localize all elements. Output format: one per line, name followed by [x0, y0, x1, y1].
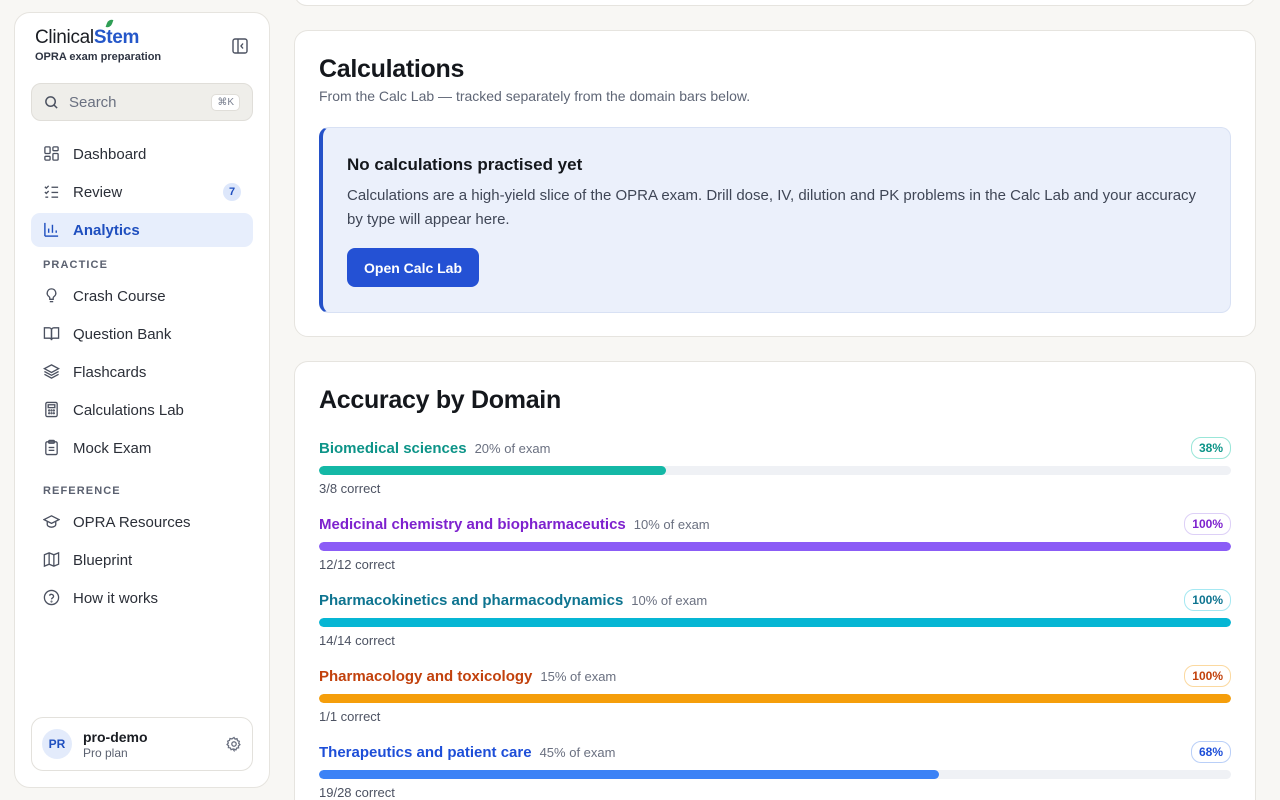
nav-item-opra-resources[interactable]: OPRA Resources [31, 505, 253, 539]
domain-percent-badge: 100% [1184, 665, 1231, 687]
nav-label: Mock Exam [73, 439, 152, 457]
nav-label: Crash Course [73, 287, 166, 305]
calculations-empty-state: No calculations practised yet Calculatio… [319, 127, 1231, 313]
user-plan: Pro plan [83, 745, 128, 760]
domain-percent-badge: 100% [1184, 589, 1231, 611]
domain-row: Therapeutics and patient care 45% of exa… [319, 740, 1231, 800]
domain-percent-badge: 100% [1184, 513, 1231, 535]
nav-item-blueprint[interactable]: Blueprint [31, 543, 253, 577]
open-calc-lab-button[interactable]: Open Calc Lab [347, 248, 480, 287]
domain-row: Medicinal chemistry and biopharmaceutics… [319, 512, 1231, 588]
domain-correct-count: 12/12 correct [319, 557, 395, 572]
empty-state-title: No calculations practised yet [347, 155, 583, 174]
accuracy-by-domain-card: Accuracy by Domain Biomedical sciences 2… [294, 361, 1256, 800]
nav-item-calculations-lab[interactable]: Calculations Lab [31, 393, 253, 427]
dashboard-icon [43, 145, 61, 163]
nav-label: OPRA Resources [73, 513, 191, 531]
domain-correct-count: 3/8 correct [319, 481, 381, 496]
domain-correct-count: 1/1 correct [319, 709, 381, 724]
user-name: pro-demo [83, 728, 148, 745]
empty-state-text: Calculations are a high-yield slice of t… [347, 187, 1197, 228]
domain-name[interactable]: Therapeutics and patient care [319, 744, 532, 761]
domain-weight: 10% of exam [633, 516, 710, 532]
nav-label: Analytics [73, 221, 140, 239]
domain-name[interactable]: Pharmacology and toxicology [319, 668, 532, 685]
nav-label: How it works [73, 589, 159, 607]
search-placeholder: Search [69, 93, 117, 111]
domain-name[interactable]: Medicinal chemistry and biopharmaceutics [319, 516, 626, 533]
domain-percent-badge: 68% [1190, 741, 1231, 763]
brand-logo[interactable]: ClinicalStem OPRA exam preparation [35, 18, 162, 63]
brand-name: ClinicalStem [35, 18, 161, 49]
domain-progress-fill [319, 542, 1231, 551]
domain-name[interactable]: Biomedical sciences [319, 440, 467, 457]
section-heading-reference: REFERENCE [43, 485, 121, 497]
domain-progress-track [319, 770, 1231, 779]
domain-list: Biomedical sciences 20% of exam 38% 3/8 … [319, 436, 1231, 800]
nav-item-how-it-works[interactable]: How it works [31, 581, 253, 615]
nav-item-mock-exam[interactable]: Mock Exam [31, 431, 253, 465]
review-checklist-icon [43, 183, 61, 201]
lightbulb-icon [43, 287, 61, 305]
nav-item-crash-course[interactable]: Crash Course [31, 279, 253, 313]
domain-row: Biomedical sciences 20% of exam 38% 3/8 … [319, 436, 1231, 512]
brand-name-part2: Stem [93, 27, 140, 48]
calculations-title: Calculations [319, 55, 465, 83]
domain-progress-fill [319, 694, 1231, 703]
review-count-badge: 7 [223, 183, 241, 201]
section-heading-practice: PRACTICE [43, 259, 109, 271]
domain-percent-badge: 38% [1190, 437, 1231, 459]
nav-item-flashcards[interactable]: Flashcards [31, 355, 253, 389]
search-shortcut: ⌘K [211, 93, 240, 111]
nav-label: Question Bank [73, 325, 172, 343]
domain-correct-count: 19/28 correct [319, 785, 395, 800]
domain-progress-fill [319, 618, 1231, 627]
domain-progress-track [319, 542, 1231, 551]
brand-subtitle: OPRA exam preparation [35, 51, 162, 63]
domain-progress-track [319, 618, 1231, 627]
nav-label: Review [73, 183, 123, 201]
bar-chart-icon [43, 221, 61, 239]
map-icon [43, 551, 61, 569]
nav-item-analytics[interactable]: Analytics [31, 213, 253, 247]
domain-progress-track [319, 466, 1231, 475]
nav-item-review[interactable]: Review 7 [31, 175, 253, 209]
calculations-subtitle: From the Calc Lab — tracked separately f… [319, 88, 751, 104]
primary-nav: Dashboard Review 7 Analytics PRACTICE Cr… [31, 137, 253, 619]
domain-weight: 20% of exam [474, 440, 551, 456]
domain-progress-fill [319, 770, 940, 779]
user-card[interactable]: PR pro-demo Pro plan [31, 717, 253, 771]
clipboard-icon [43, 439, 61, 457]
avatar: PR [42, 729, 72, 759]
sidebar: ClinicalStem OPRA exam preparation Searc… [14, 12, 270, 788]
search-icon [44, 95, 59, 110]
domain-progress-track [319, 694, 1231, 703]
domain-row: Pharmacokinetics and pharmacodynamics 10… [319, 588, 1231, 664]
layers-icon [43, 363, 61, 381]
domain-progress-fill [319, 466, 666, 475]
graduation-cap-icon [43, 513, 61, 531]
gear-icon[interactable] [226, 736, 242, 753]
calculator-icon [43, 401, 61, 419]
nav-label: Blueprint [73, 551, 133, 569]
domain-weight: 45% of exam [539, 744, 616, 760]
previous-card [294, 0, 1256, 6]
domain-weight: 15% of exam [540, 668, 617, 684]
domain-row: Pharmacology and toxicology 15% of exam … [319, 664, 1231, 740]
book-open-icon [43, 325, 61, 343]
calculations-card: Calculations From the Calc Lab — tracked… [294, 30, 1256, 337]
brand-name-part1: Clinical [35, 27, 94, 48]
nav-label: Calculations Lab [73, 401, 184, 419]
nav-item-question-bank[interactable]: Question Bank [31, 317, 253, 351]
domain-weight: 10% of exam [631, 592, 708, 608]
help-circle-icon [43, 589, 61, 607]
search-input[interactable]: Search ⌘K [31, 83, 253, 121]
nav-label: Flashcards [73, 363, 147, 381]
domain-name[interactable]: Pharmacokinetics and pharmacodynamics [319, 592, 623, 609]
nav-label: Dashboard [73, 145, 147, 163]
domain-correct-count: 14/14 correct [319, 633, 395, 648]
collapse-sidebar-icon[interactable] [231, 37, 249, 55]
nav-item-dashboard[interactable]: Dashboard [31, 137, 253, 171]
domain-section-title: Accuracy by Domain [319, 386, 561, 414]
